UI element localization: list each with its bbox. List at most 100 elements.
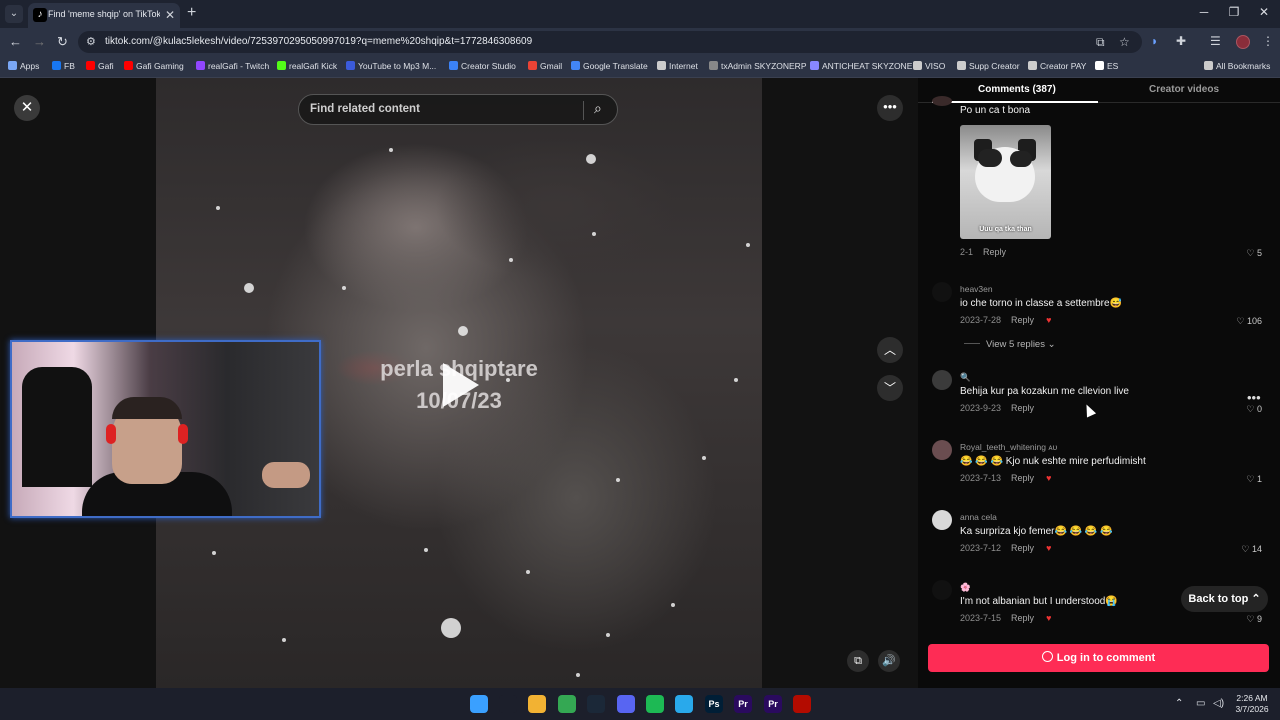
profile-avatar[interactable] — [1236, 35, 1250, 49]
bookmark-item[interactable]: ANTICHEAT SKYZONE — [810, 61, 912, 71]
window-close-icon[interactable]: ✕ — [1249, 5, 1279, 19]
search-icon[interactable] — [499, 695, 517, 713]
tab-search-icon[interactable]: ⌄ — [5, 5, 23, 23]
speaker-icon[interactable]: ◁) — [1213, 698, 1224, 709]
heart-icon[interactable]: ♡ — [1241, 544, 1252, 554]
back-to-top-button[interactable]: Back to top ⌃ — [1181, 586, 1268, 612]
comment-username[interactable]: heav3en — [960, 284, 993, 294]
reply-button[interactable]: Reply — [1011, 613, 1034, 623]
find-related-search[interactable]: Find related content ⌕ — [298, 94, 618, 125]
media-control-icon[interactable]: ☰ — [1210, 34, 1221, 48]
premiere-icon[interactable]: Pr — [734, 695, 752, 713]
extensions-puzzle-icon[interactable]: ✚ — [1176, 34, 1186, 48]
address-bar[interactable]: ⚙ tiktok.com/@kulac5lekesh/video/7253970… — [78, 31, 1142, 53]
heart-icon[interactable]: ♡ — [1246, 614, 1257, 624]
comment-username[interactable]: 🔍 — [960, 372, 971, 383]
bookmark-item[interactable]: ES — [1095, 61, 1118, 71]
bookmark-item[interactable]: realGafi - Twitch — [196, 61, 269, 71]
play-icon[interactable] — [443, 363, 479, 407]
floating-player-icon[interactable]: ⧉ — [847, 650, 869, 672]
tab-creator-videos[interactable]: Creator videos — [1149, 84, 1219, 95]
restore-icon[interactable]: ❐ — [1219, 5, 1249, 19]
browser-menu-icon[interactable]: ⋮ — [1262, 34, 1274, 48]
close-video-button[interactable]: ✕ — [14, 95, 40, 121]
bookmark-item[interactable]: FB — [52, 61, 75, 71]
reply-button[interactable]: Reply — [1011, 315, 1034, 325]
like-count[interactable]: ♡ 14 — [1241, 544, 1262, 555]
comment-username[interactable]: 🌸 — [960, 582, 971, 593]
back-icon[interactable]: ← — [9, 34, 22, 49]
discord-icon[interactable] — [617, 695, 635, 713]
system-clock[interactable]: 2:26 AM 3/7/2026 — [1226, 693, 1278, 715]
tab-comments[interactable]: Comments (387) — [978, 84, 1056, 95]
reply-button[interactable]: Reply — [1011, 473, 1034, 483]
reply-button[interactable]: Reply — [1011, 543, 1034, 553]
more-options-button[interactable]: ••• — [877, 95, 903, 121]
bookmark-item[interactable]: Gafi Gaming — [124, 61, 184, 71]
search-icon[interactable]: ⌕ — [594, 100, 602, 117]
bookmark-item[interactable]: realGafi Kick — [277, 61, 337, 71]
view-replies-button[interactable]: View 5 replies ⌄ — [964, 339, 1056, 350]
telegram-icon[interactable] — [675, 695, 693, 713]
bookmark-item[interactable]: Creator PAY — [1028, 61, 1086, 71]
next-video-button[interactable]: ﹀ — [877, 375, 903, 401]
avatar[interactable] — [932, 580, 952, 600]
like-count[interactable]: ♡ 5 — [1246, 248, 1262, 259]
avatar[interactable] — [932, 282, 952, 302]
bookmark-item[interactable]: Apps — [8, 61, 39, 71]
heart-icon[interactable]: ♡ — [1246, 248, 1257, 258]
windows-icon[interactable] — [470, 695, 488, 713]
site-info-icon[interactable]: ⚙ — [86, 35, 96, 48]
acrobat-icon[interactable] — [793, 695, 811, 713]
heart-icon[interactable]: ♡ — [1246, 404, 1257, 414]
reload-icon[interactable]: ↻ — [57, 34, 68, 50]
heart-icon[interactable]: ♡ — [1236, 316, 1247, 326]
search-input[interactable]: Find related content — [310, 103, 420, 115]
forward-icon[interactable]: → — [33, 34, 46, 49]
comment-username[interactable]: anna cela — [960, 512, 997, 522]
like-count[interactable]: ♡ 0 — [1246, 404, 1262, 415]
bookmark-item[interactable]: Gmail — [528, 61, 562, 71]
bookmark-star-icon[interactable]: ☆ — [1119, 35, 1130, 49]
folder-icon[interactable] — [528, 695, 546, 713]
close-tab-icon[interactable]: ✕ — [165, 8, 175, 22]
chrome-icon[interactable] — [558, 695, 576, 713]
reply-button[interactable]: Reply — [1011, 403, 1034, 413]
like-count[interactable]: ♡ 9 — [1246, 614, 1262, 625]
login-to-comment-button[interactable]: Log in to comment — [928, 644, 1269, 672]
bookmark-favicon-icon — [1028, 61, 1037, 70]
bookmark-item[interactable]: Supp Creator — [957, 61, 1020, 71]
like-count[interactable]: ♡ 106 — [1236, 316, 1262, 327]
avatar[interactable] — [932, 96, 952, 106]
avatar[interactable] — [932, 440, 952, 460]
avatar[interactable] — [932, 370, 952, 390]
volume-icon[interactable]: 🔊 — [878, 650, 900, 672]
like-count[interactable]: ♡ 1 — [1246, 474, 1262, 485]
new-tab-icon[interactable]: + — [187, 4, 196, 22]
comment-meme-image[interactable]: Uuu qa tka than — [960, 125, 1051, 239]
bookmark-item[interactable]: Google Translate — [571, 61, 648, 71]
bookmark-item[interactable]: All Bookmarks — [1204, 61, 1270, 71]
spotify-icon[interactable] — [646, 695, 664, 713]
install-app-icon[interactable]: ⧉ — [1096, 35, 1105, 50]
bookmark-item[interactable]: Creator Studio — [449, 61, 516, 71]
comment-more-icon[interactable]: ••• — [1247, 390, 1261, 405]
steam-icon[interactable] — [587, 695, 605, 713]
bookmark-item[interactable]: YouTube to Mp3 M... — [346, 61, 436, 71]
minimize-icon[interactable]: ─ — [1189, 5, 1219, 19]
premiere-icon[interactable]: Pr — [764, 695, 782, 713]
bookmark-item[interactable]: Gafi — [86, 61, 114, 71]
bookmark-item[interactable]: VISO — [913, 61, 945, 71]
avatar[interactable] — [932, 510, 952, 530]
tray-chevron-icon[interactable]: ⌃ — [1175, 698, 1183, 709]
photoshop-icon[interactable]: Ps — [705, 695, 723, 713]
bookmark-item[interactable]: txAdmin SKYZONERP — [709, 61, 807, 71]
previous-video-button[interactable]: ︿ — [877, 337, 903, 363]
heart-icon[interactable]: ♡ — [1246, 474, 1257, 484]
bookmark-item[interactable]: Internet — [657, 61, 698, 71]
extension-icon[interactable]: ◗ — [1151, 34, 1158, 48]
comment-username[interactable]: Royal_teeth_whitening ᴀᴜ — [960, 442, 1057, 452]
reply-button[interactable]: Reply — [983, 247, 1006, 257]
network-icon[interactable]: ▭ — [1196, 698, 1205, 709]
browser-tab[interactable]: ♪ Find 'meme shqip' on TikTok | T ✕ — [28, 3, 180, 28]
